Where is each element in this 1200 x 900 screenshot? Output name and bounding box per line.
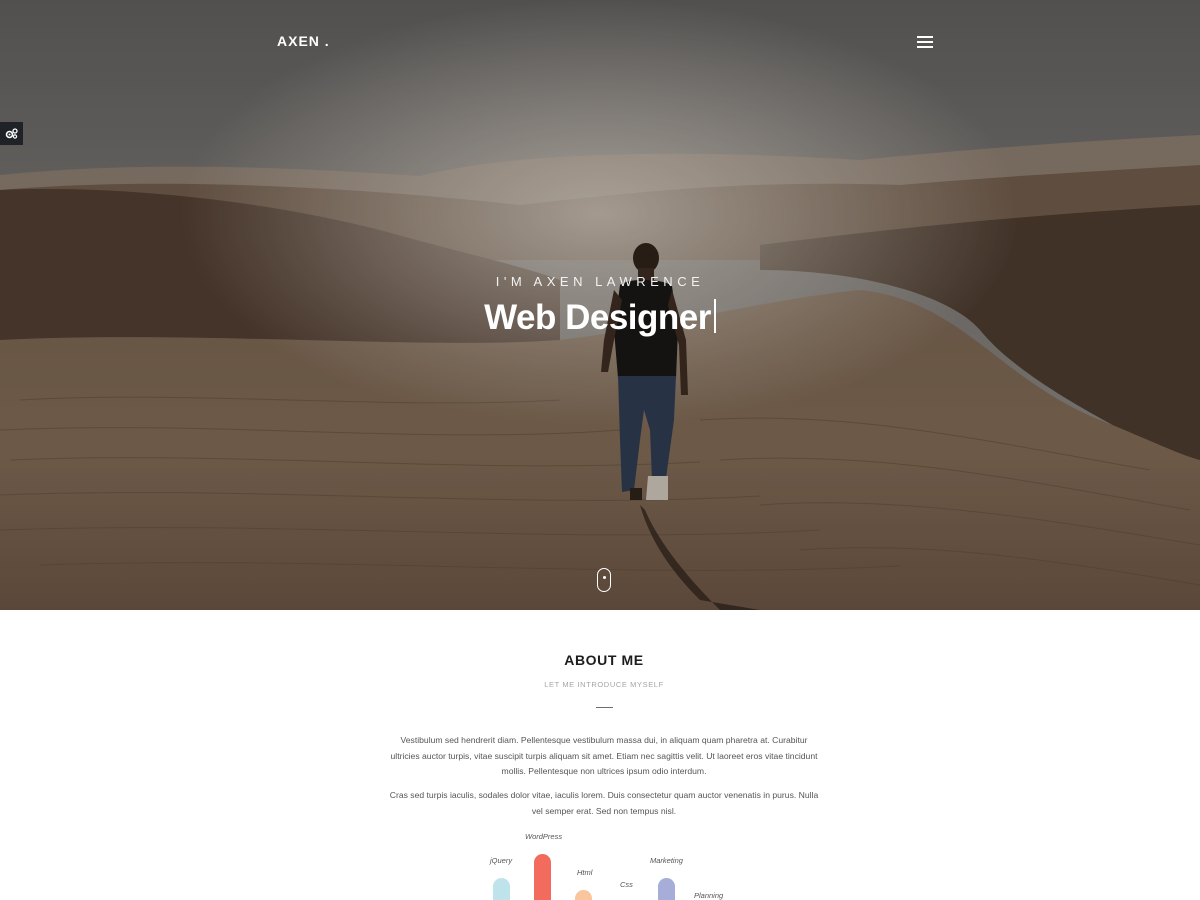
skill-label-wordpress: WordPress [525,832,563,841]
hamburger-icon[interactable] [917,36,933,48]
skill-bar-html [575,890,592,900]
hero-title: Web Designer [0,298,1200,338]
skill-label-jquery: jQuery [490,856,513,865]
hero-title-text: Web Designer [484,298,711,337]
skill-bar-jquery [493,878,510,900]
skill-label-marketing: Marketing [650,856,683,865]
hero-intro-text: I'M AXEN LAWRENCE [495,274,705,289]
skills-chart: jQuery WordPress Html Css Marketing Plan… [0,820,1200,900]
skill-label-planning: Planning [694,891,724,900]
skill-bar-wordpress [534,854,551,900]
site-logo[interactable]: AXEN . [277,33,330,49]
mouse-scroll-icon[interactable] [597,568,611,592]
about-paragraph-2: Cras sed turpis iaculis, sodales dolor v… [389,790,819,816]
mouse-wheel-dot [602,576,606,579]
skill-label-html: Html [577,868,593,877]
gears-icon[interactable] [0,122,23,145]
about-divider [596,707,613,708]
skill-label-css: Css [620,880,633,889]
hero-section: AXEN . I'M AXEN LAWRENCE Web Designer [0,0,1200,610]
gear-icon [5,128,18,139]
about-paragraph-1: Vestibulum sed hendrerit diam. Pellentes… [390,735,818,777]
about-subtitle: LET ME INTRODUCE MYSELF [544,680,664,689]
skill-bar-marketing [658,878,675,900]
about-title: ABOUT ME [564,652,644,668]
typing-cursor [713,299,716,333]
